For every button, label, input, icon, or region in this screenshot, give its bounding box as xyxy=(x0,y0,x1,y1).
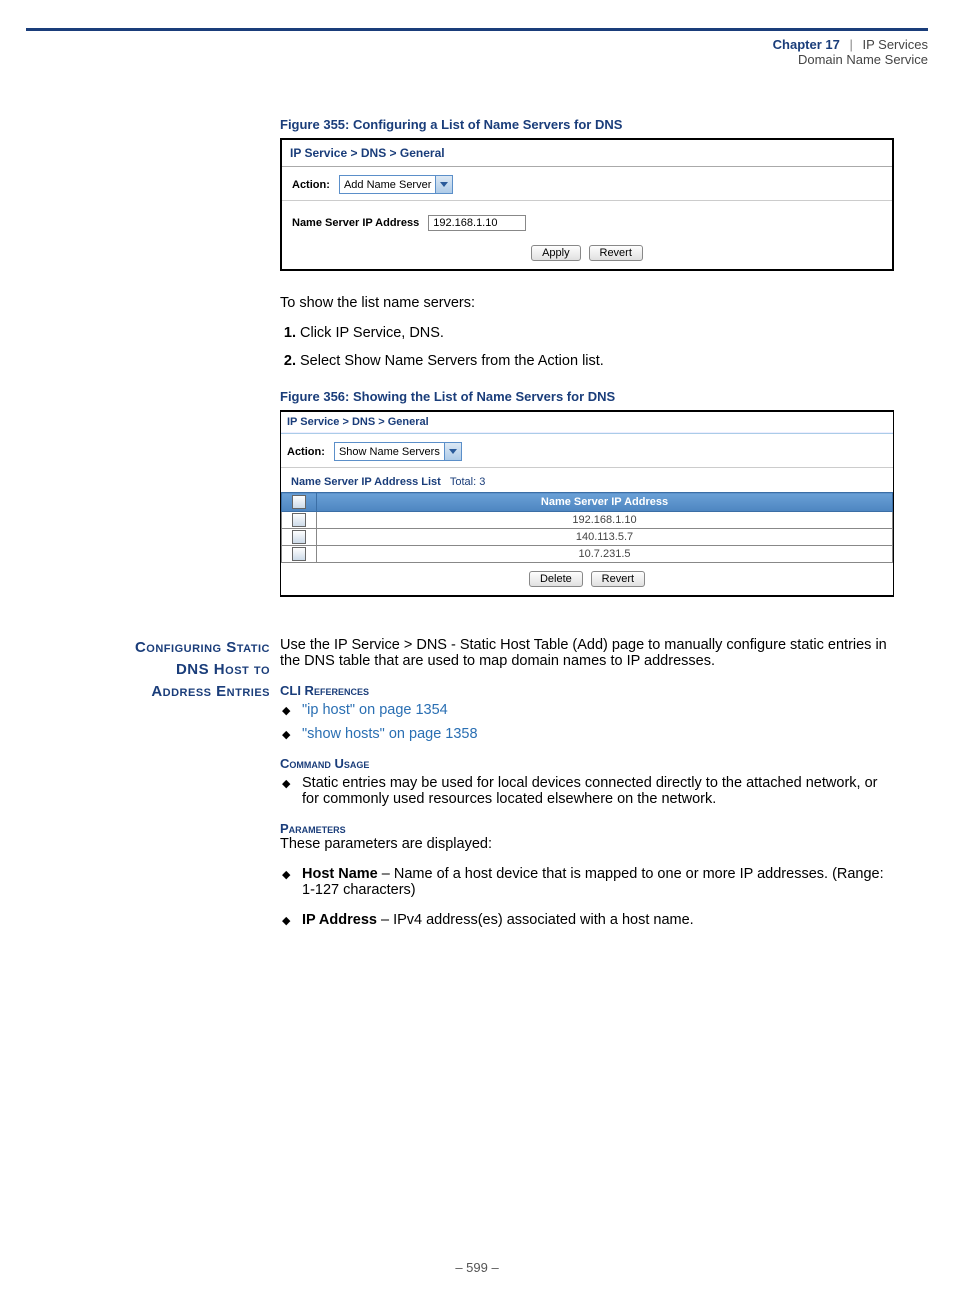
chevron-down-icon xyxy=(444,443,461,460)
action-select-value: Show Name Servers xyxy=(335,446,444,458)
figure-355-caption: Figure 355: Configuring a List of Name S… xyxy=(280,117,894,132)
breadcrumb: IP Service > DNS > General xyxy=(282,140,892,167)
cli-references-heading: CLI References xyxy=(280,683,894,698)
action-label: Action: xyxy=(287,446,325,458)
revert-button[interactable]: Revert xyxy=(589,245,643,261)
delete-button[interactable]: Delete xyxy=(529,571,583,587)
list-item: "show hosts" on page 1358 xyxy=(302,726,894,742)
param-name: Host Name xyxy=(302,866,378,882)
chevron-down-icon xyxy=(435,176,452,193)
command-usage-list: Static entries may be used for local dev… xyxy=(280,775,894,807)
separator: | xyxy=(849,37,852,52)
list-item: IP Address – IPv4 address(es) associated… xyxy=(302,912,894,928)
list-title: Name Server IP Address List Total: 3 xyxy=(281,468,893,492)
screenshot-add-name-server: IP Service > DNS > General Action: Add N… xyxy=(280,138,894,271)
section-intro: Use the IP Service > DNS - Static Host T… xyxy=(280,637,894,669)
xref-link[interactable]: "ip host" on page 1354 xyxy=(302,702,448,718)
list-item: Host Name – Name of a host device that i… xyxy=(302,866,894,898)
crumb-ip-service[interactable]: IP Service xyxy=(290,146,347,160)
name-server-table: Name Server IP Address 192.168.1.10 140.… xyxy=(281,492,893,563)
screenshot-show-name-servers: IP Service > DNS > General Action: Show … xyxy=(280,410,894,597)
crumb-general[interactable]: General xyxy=(400,146,445,160)
xref-link[interactable]: "show hosts" on page 1358 xyxy=(302,726,478,742)
row-checkbox[interactable] xyxy=(292,547,306,561)
param-desc: – IPv4 address(es) associated with a hos… xyxy=(377,912,694,928)
total-count: Total: 3 xyxy=(450,476,485,488)
row-checkbox[interactable] xyxy=(292,530,306,544)
step-item: Select Show Name Servers from the Action… xyxy=(300,353,894,369)
name-server-ip-input[interactable]: 192.168.1.10 xyxy=(428,215,526,231)
crumb-general[interactable]: General xyxy=(388,416,429,428)
row-checkbox[interactable] xyxy=(292,513,306,527)
parameters-heading: Parameters xyxy=(280,821,894,836)
cli-references-list: "ip host" on page 1354 "show hosts" on p… xyxy=(280,702,894,742)
page-number: – 599 – xyxy=(0,1260,954,1275)
action-label: Action: xyxy=(292,179,330,191)
parameters-intro: These parameters are displayed: xyxy=(280,836,894,852)
ip-cell: 10.7.231.5 xyxy=(317,546,893,563)
param-name: IP Address xyxy=(302,912,377,928)
table-row: 10.7.231.5 xyxy=(282,546,893,563)
table-row: 140.113.5.7 xyxy=(282,529,893,546)
revert-button[interactable]: Revert xyxy=(591,571,645,587)
param-desc: – Name of a host device that is mapped t… xyxy=(302,866,884,898)
parameters-list: Host Name – Name of a host device that i… xyxy=(280,866,894,928)
section-title: Domain Name Service xyxy=(26,52,928,67)
column-header-ip: Name Server IP Address xyxy=(317,493,893,512)
action-select-value: Add Name Server xyxy=(340,179,435,191)
list-item: Static entries may be used for local dev… xyxy=(302,775,894,807)
intro-text: To show the list name servers: xyxy=(280,295,894,311)
action-select[interactable]: Show Name Servers xyxy=(334,442,462,461)
crumb-dns[interactable]: DNS xyxy=(361,146,386,160)
figure-356-caption: Figure 356: Showing the List of Name Ser… xyxy=(280,389,894,404)
steps-list: Click IP Service, DNS. Select Show Name … xyxy=(280,325,894,369)
apply-button[interactable]: Apply xyxy=(531,245,581,261)
breadcrumb: IP Service > DNS > General xyxy=(281,412,893,432)
ip-address-label: Name Server IP Address xyxy=(292,217,419,229)
crumb-dns[interactable]: DNS xyxy=(352,416,375,428)
chapter-subject: IP Services xyxy=(862,37,928,52)
ip-cell: 192.168.1.10 xyxy=(317,512,893,529)
ip-cell: 140.113.5.7 xyxy=(317,529,893,546)
command-usage-heading: Command Usage xyxy=(280,756,894,771)
action-select[interactable]: Add Name Server xyxy=(339,175,453,194)
crumb-ip-service[interactable]: IP Service xyxy=(287,416,339,428)
step-item: Click IP Service, DNS. xyxy=(300,325,894,341)
select-all-checkbox[interactable] xyxy=(282,493,317,512)
chapter-label: Chapter 17 xyxy=(773,37,840,52)
list-item: "ip host" on page 1354 xyxy=(302,702,894,718)
section-heading: Configuring Static DNS Host to Address E… xyxy=(0,637,280,936)
page-header: Chapter 17 | IP Services Domain Name Ser… xyxy=(26,28,928,67)
table-row: 192.168.1.10 xyxy=(282,512,893,529)
